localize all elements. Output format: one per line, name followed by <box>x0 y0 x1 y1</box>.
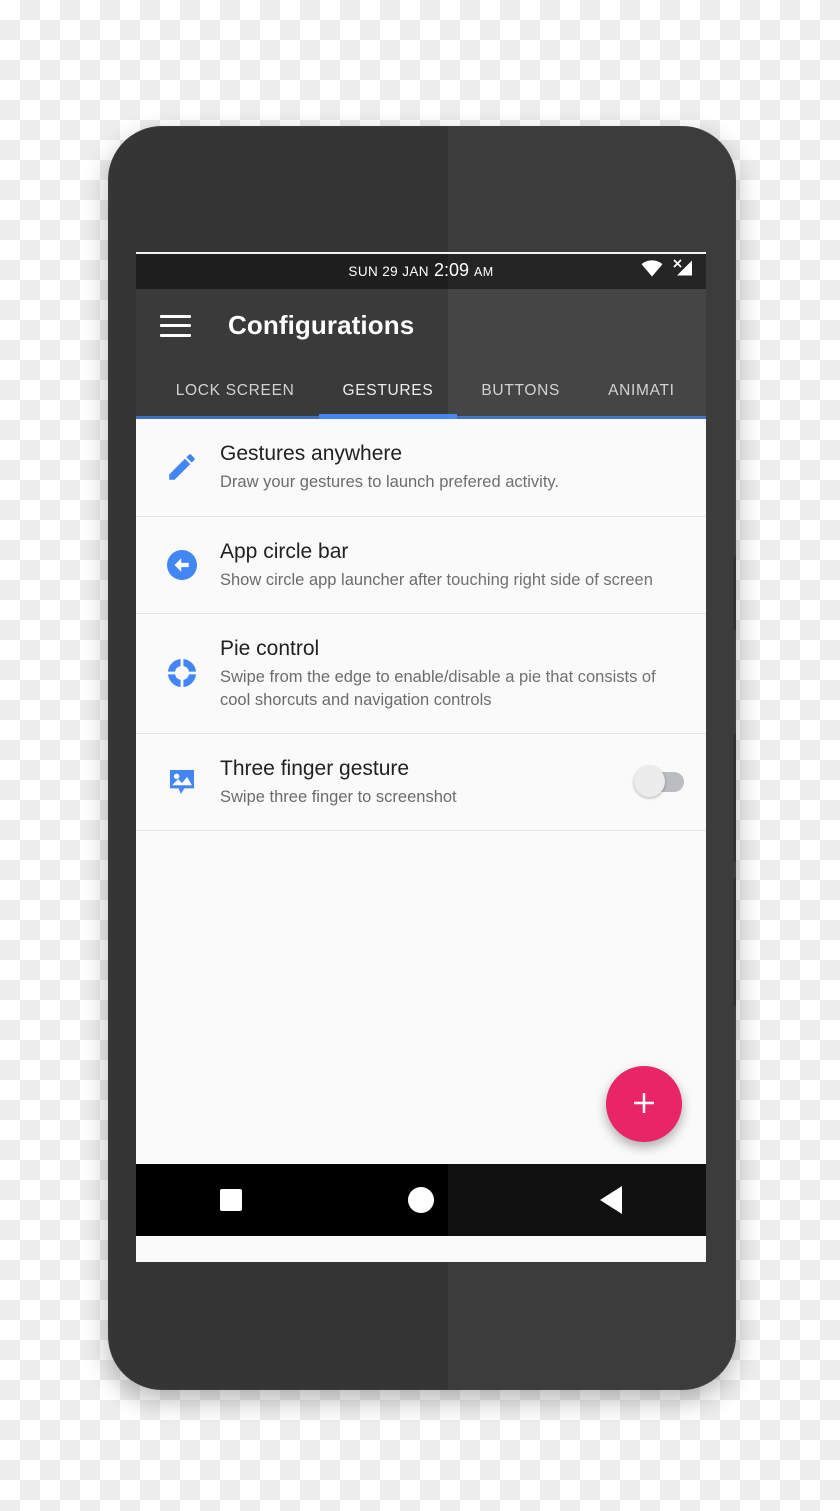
list-item-control <box>626 766 684 798</box>
list-item-text: App circle bar Show circle app launcher … <box>208 539 684 592</box>
home-button[interactable] <box>326 1164 516 1236</box>
phone-device-frame: SUN 29 JAN 2:09 AM Configurations LOCK S… <box>108 126 736 1390</box>
list-item-text: Three finger gesture Swipe three finger … <box>208 756 626 809</box>
list-item[interactable]: Pie control Swipe from the edge to enabl… <box>136 614 706 734</box>
triangle-back-icon <box>600 1186 622 1214</box>
status-bar-top-line <box>136 252 706 254</box>
power-button[interactable] <box>733 556 736 630</box>
list-item-text: Gestures anywhere Draw your gestures to … <box>208 441 684 494</box>
list-item-title: App circle bar <box>220 539 349 563</box>
plus-icon <box>629 1088 659 1121</box>
tab-animations[interactable]: ANIMATI <box>584 362 699 419</box>
hamburger-menu-icon[interactable] <box>160 314 191 337</box>
three-finger-gesture-toggle[interactable] <box>634 766 684 798</box>
back-button[interactable] <box>516 1164 706 1236</box>
circle-left-arrow-icon <box>156 547 208 583</box>
list-item-subtitle: Draw your gestures to launch prefered ac… <box>220 473 560 492</box>
status-ampm: AM <box>474 265 494 279</box>
list-item-subtitle: Swipe from the edge to enable/disable a … <box>220 668 656 709</box>
hamburger-line <box>160 324 191 327</box>
hamburger-line <box>160 333 191 337</box>
tab-gestures[interactable]: GESTURES <box>318 362 458 419</box>
no-sim-signal-icon <box>672 259 694 282</box>
pencil-icon <box>156 450 208 484</box>
tab-bar: INGS LOCK SCREEN GESTURES BUTTONS ANIMAT… <box>136 362 706 419</box>
screenshot-image-icon <box>156 765 208 799</box>
app-bar-gloss <box>448 289 706 362</box>
tab-settings[interactable]: INGS <box>136 362 152 419</box>
add-button[interactable] <box>606 1066 682 1142</box>
list-item-subtitle: Show circle app launcher after touching … <box>220 570 653 589</box>
tab-lock-screen[interactable]: LOCK SCREEN <box>152 362 319 419</box>
recents-button[interactable] <box>136 1164 326 1236</box>
settings-list: Gestures anywhere Draw your gestures to … <box>136 419 706 1164</box>
list-item-text: Pie control Swipe from the edge to enabl… <box>208 636 684 711</box>
square-recents-icon <box>220 1189 242 1211</box>
list-item[interactable]: App circle bar Show circle app launcher … <box>136 517 706 615</box>
wifi-icon <box>641 259 663 282</box>
page-title: Configurations <box>228 310 415 340</box>
list-item-title: Gestures anywhere <box>220 442 403 465</box>
circle-home-icon <box>408 1187 434 1213</box>
android-navigation-bar <box>136 1164 706 1236</box>
status-bar-clock: SUN 29 JAN 2:09 AM <box>348 260 493 281</box>
pie-chart-icon <box>156 656 208 690</box>
list-item-title: Pie control <box>220 637 320 661</box>
tab-strip: INGS LOCK SCREEN GESTURES BUTTONS ANIMAT… <box>136 362 699 419</box>
status-date: SUN 29 JAN <box>348 264 429 279</box>
list-item-subtitle: Swipe three finger to screenshot <box>220 788 457 807</box>
volume-down-button[interactable] <box>733 878 736 1006</box>
list-item[interactable]: Three finger gesture Swipe three finger … <box>136 734 706 832</box>
hamburger-line <box>160 314 191 318</box>
status-bar: SUN 29 JAN 2:09 AM <box>136 252 706 289</box>
status-bar-icons <box>641 252 694 289</box>
phone-screen: SUN 29 JAN 2:09 AM Configurations LOCK S… <box>136 252 706 1262</box>
list-item[interactable]: Gestures anywhere Draw your gestures to … <box>136 419 706 517</box>
toggle-thumb <box>634 766 665 798</box>
status-time: 2:09 <box>433 260 469 280</box>
tab-buttons[interactable]: BUTTONS <box>457 362 584 419</box>
app-bar: Configurations <box>136 289 706 362</box>
list-item-title: Three finger gesture <box>220 756 410 780</box>
volume-up-button[interactable] <box>733 734 736 862</box>
